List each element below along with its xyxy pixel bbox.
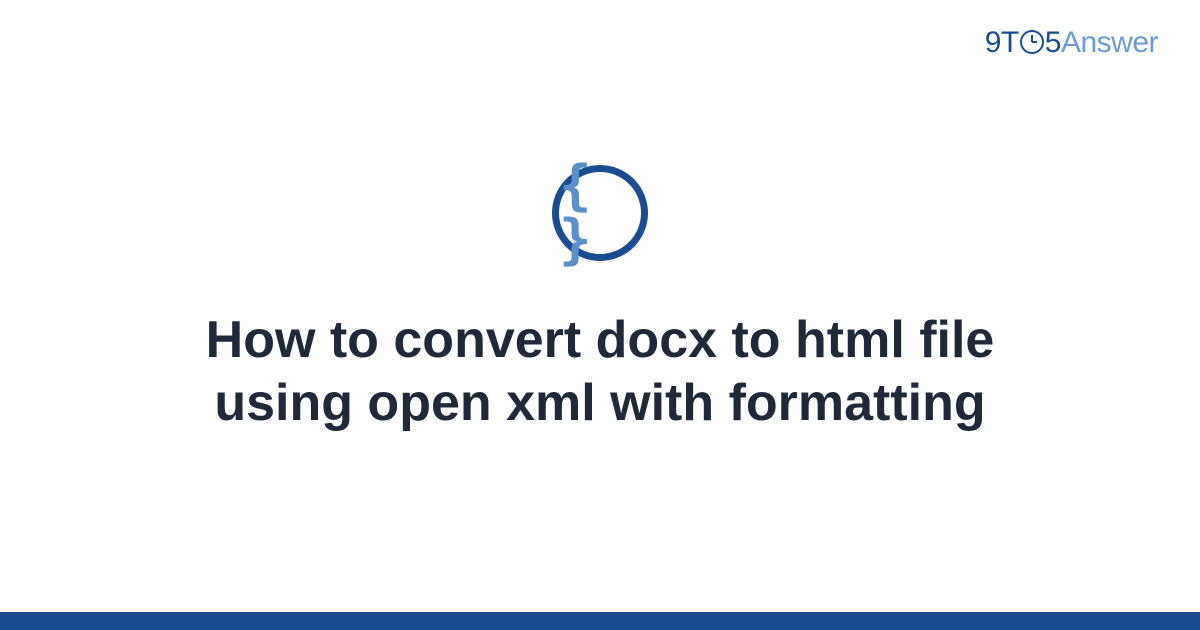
category-badge: { } bbox=[552, 165, 648, 261]
code-braces-icon: { } bbox=[559, 159, 641, 267]
footer-accent-bar bbox=[0, 612, 1200, 630]
main-content: { } How to convert docx to html file usi… bbox=[0, 0, 1200, 630]
page-title: How to convert docx to html file using o… bbox=[100, 309, 1100, 436]
